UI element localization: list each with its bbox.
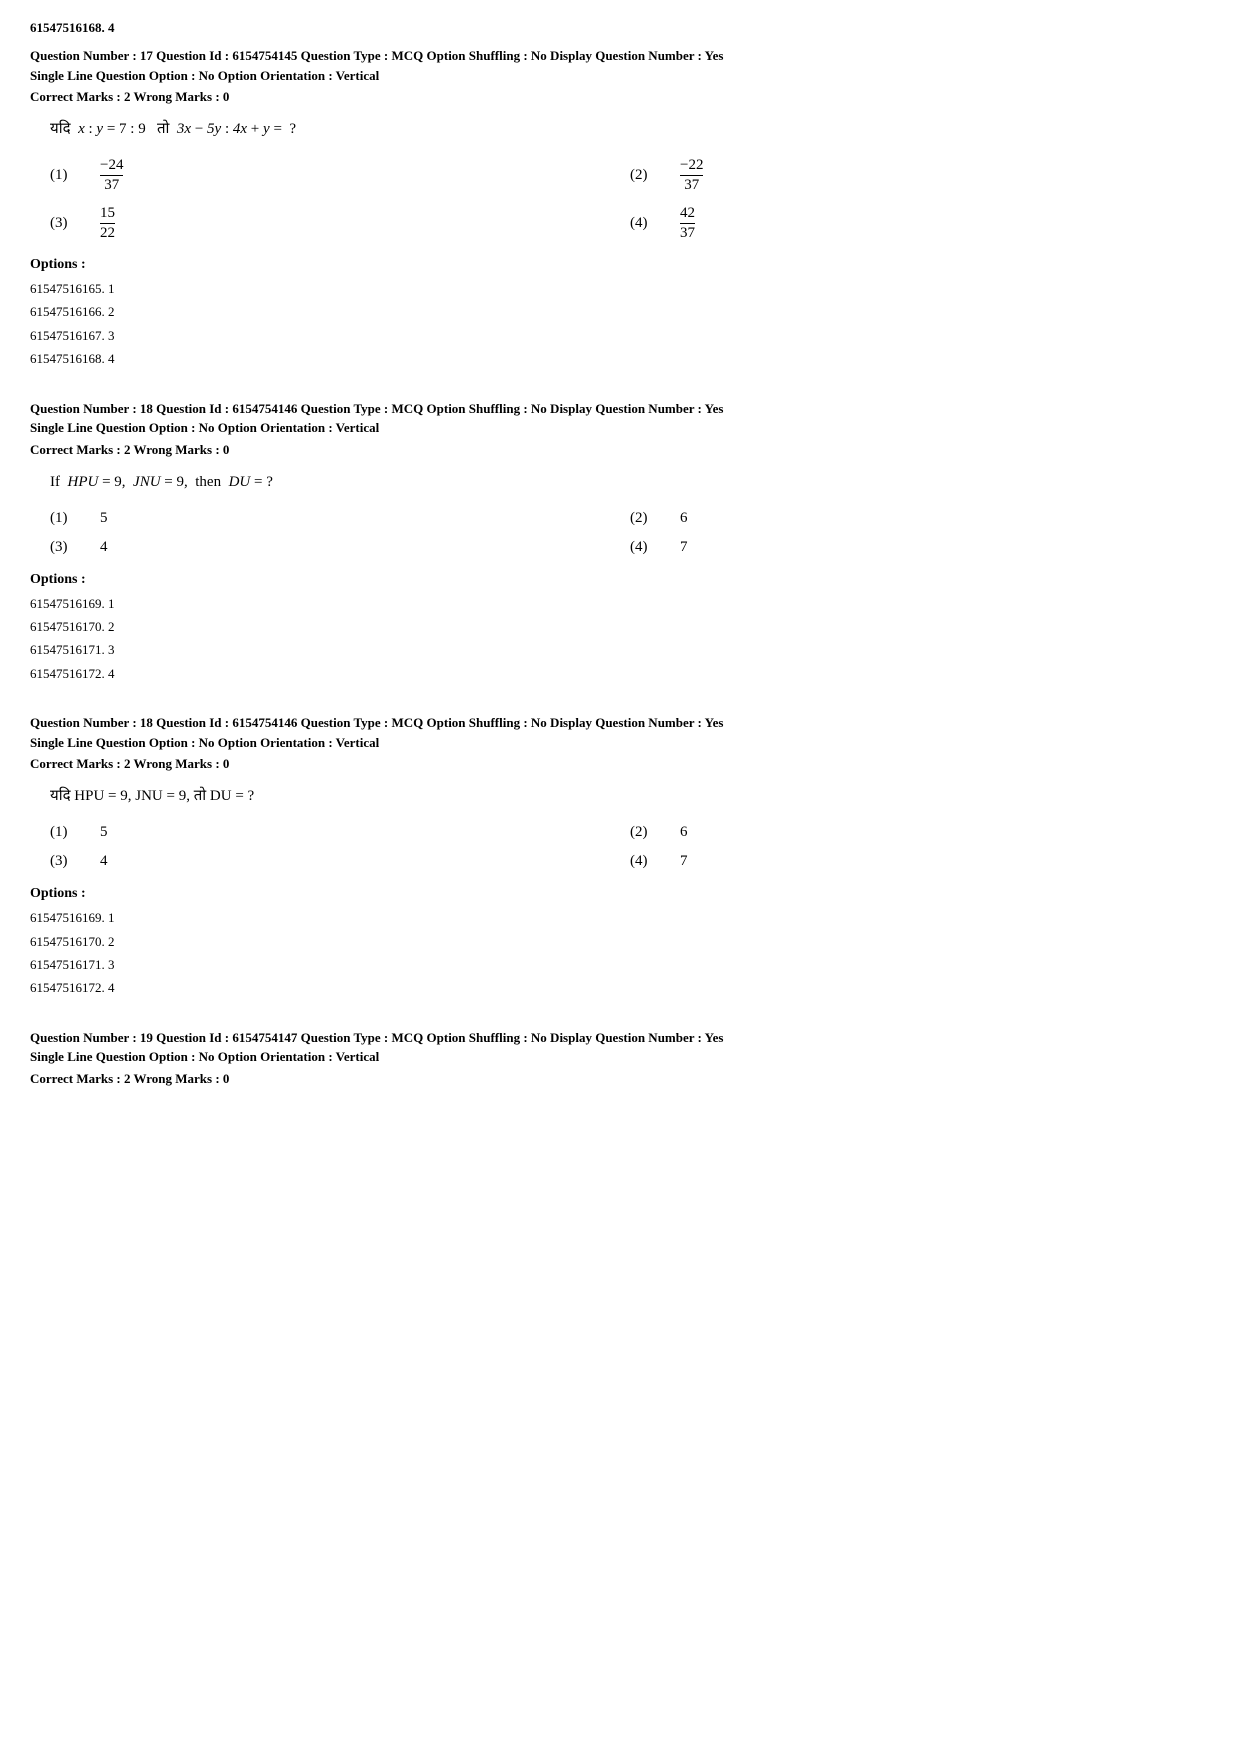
q18b-meta: Question Number : 18 Question Id : 61547… [30,713,1210,752]
q17-option-2: (2) −22 37 [630,157,1190,193]
q18a-meta-line1: Question Number : 18 Question Id : 61547… [30,399,1210,419]
q18b-option-id-4: 61547516172. 4 [30,976,1210,999]
q18b-option-3: (3) 4 [50,853,610,870]
q18b-meta-line2: Single Line Question Option : No Option … [30,733,1210,753]
q17-meta-line2: Single Line Question Option : No Option … [30,66,1210,86]
q18b-opt1-num: (1) [50,824,80,841]
top-id: 61547516168. 4 [30,20,1210,36]
q18b-options-label: Options : [30,886,1210,902]
q18a-opt4-val: 7 [680,539,688,556]
question-17: Question Number : 17 Question Id : 61547… [30,46,1210,371]
q18b-option-4: (4) 7 [630,853,1190,870]
q18b-options-list: 61547516169. 1 61547516170. 2 6154751617… [30,906,1210,1000]
q18b-opt2-num: (2) [630,824,660,841]
q18a-opt2-num: (2) [630,510,660,527]
q19-meta-line2: Single Line Question Option : No Option … [30,1047,1210,1067]
q18a-text: If HPU = 9, JNU = 9, then DU = ? [50,470,1210,494]
q19-marks: Correct Marks : 2 Wrong Marks : 0 [30,1071,1210,1087]
q17-option-id-3: 61547516167. 3 [30,324,1210,347]
q18b-opt4-val: 7 [680,853,688,870]
q18a-opt1-val: 5 [100,510,108,527]
q18b-option-id-3: 61547516171. 3 [30,953,1210,976]
q18a-opt2-val: 6 [680,510,688,527]
q18b-options-grid: (1) 5 (2) 6 (3) 4 (4) 7 [50,824,1190,870]
q17-opt2-fraction: −22 37 [680,157,703,193]
q18b-opt2-val: 6 [680,824,688,841]
q18b-option-id-2: 61547516170. 2 [30,930,1210,953]
q17-opt4-fraction: 42 37 [680,205,695,241]
q17-opt2-num: (2) [630,167,660,184]
q18a-options-label: Options : [30,572,1210,588]
q18a-marks: Correct Marks : 2 Wrong Marks : 0 [30,442,1210,458]
q18b-opt1-val: 5 [100,824,108,841]
q17-opt3-denominator: 22 [100,224,115,242]
q18a-options-list: 61547516169. 1 61547516170. 2 6154751617… [30,592,1210,686]
q18b-meta-line1: Question Number : 18 Question Id : 61547… [30,713,1210,733]
q17-opt4-denominator: 37 [680,224,695,242]
q17-option-id-1: 61547516165. 1 [30,277,1210,300]
q17-options-list: 61547516165. 1 61547516166. 2 6154751616… [30,277,1210,371]
q18b-opt4-num: (4) [630,853,660,870]
q17-option-1: (1) −24 37 [50,157,610,193]
q17-meta-line1: Question Number : 17 Question Id : 61547… [30,46,1210,66]
q18a-option-id-2: 61547516170. 2 [30,615,1210,638]
q18a-option-id-1: 61547516169. 1 [30,592,1210,615]
q18b-text: यदि HPU = 9, JNU = 9, तो DU = ? [50,784,1210,808]
q17-opt1-numerator: −24 [100,157,123,176]
q18a-opt3-num: (3) [50,539,80,556]
q18b-option-2: (2) 6 [630,824,1190,841]
q17-opt1-num: (1) [50,167,80,184]
q19-meta-line1: Question Number : 19 Question Id : 61547… [30,1028,1210,1048]
q18b-option-id-1: 61547516169. 1 [30,906,1210,929]
q17-opt4-numerator: 42 [680,205,695,224]
q17-opt2-numerator: −22 [680,157,703,176]
q17-options-label: Options : [30,257,1210,273]
q18a-opt4-num: (4) [630,539,660,556]
q17-opt3-fraction: 15 22 [100,205,115,241]
q18a-option-3: (3) 4 [50,539,610,556]
q17-options-grid: (1) −24 37 (2) −22 37 (3) 15 22 (4) 42 [50,157,1190,241]
question-18-english: Question Number : 18 Question Id : 61547… [30,399,1210,686]
q17-option-4: (4) 42 37 [630,205,1190,241]
q18a-opt3-val: 4 [100,539,108,556]
q17-opt3-numerator: 15 [100,205,115,224]
q17-option-id-4: 61547516168. 4 [30,347,1210,370]
q17-opt2-denominator: 37 [684,176,699,194]
q18a-option-1: (1) 5 [50,510,610,527]
q17-opt1-denominator: 37 [104,176,119,194]
q18a-option-4: (4) 7 [630,539,1190,556]
q19-meta: Question Number : 19 Question Id : 61547… [30,1028,1210,1067]
q18a-option-id-3: 61547516171. 3 [30,638,1210,661]
q17-opt4-num: (4) [630,215,660,232]
q18b-option-1: (1) 5 [50,824,610,841]
q18b-opt3-val: 4 [100,853,108,870]
q18a-meta-line2: Single Line Question Option : No Option … [30,418,1210,438]
q17-option-3: (3) 15 22 [50,205,610,241]
q18a-option-2: (2) 6 [630,510,1190,527]
q17-opt3-num: (3) [50,215,80,232]
q18b-opt3-num: (3) [50,853,80,870]
q17-text: यदि x : y = 7 : 9 तो 3x − 5y : 4x + y = … [50,117,1210,141]
q17-meta: Question Number : 17 Question Id : 61547… [30,46,1210,85]
question-18-hindi: Question Number : 18 Question Id : 61547… [30,713,1210,1000]
q18b-marks: Correct Marks : 2 Wrong Marks : 0 [30,756,1210,772]
question-19: Question Number : 19 Question Id : 61547… [30,1028,1210,1087]
q18a-meta: Question Number : 18 Question Id : 61547… [30,399,1210,438]
q18a-option-id-4: 61547516172. 4 [30,662,1210,685]
q18a-options-grid: (1) 5 (2) 6 (3) 4 (4) 7 [50,510,1190,556]
q17-option-id-2: 61547516166. 2 [30,300,1210,323]
q18a-opt1-num: (1) [50,510,80,527]
q17-opt1-fraction: −24 37 [100,157,123,193]
q17-marks: Correct Marks : 2 Wrong Marks : 0 [30,89,1210,105]
